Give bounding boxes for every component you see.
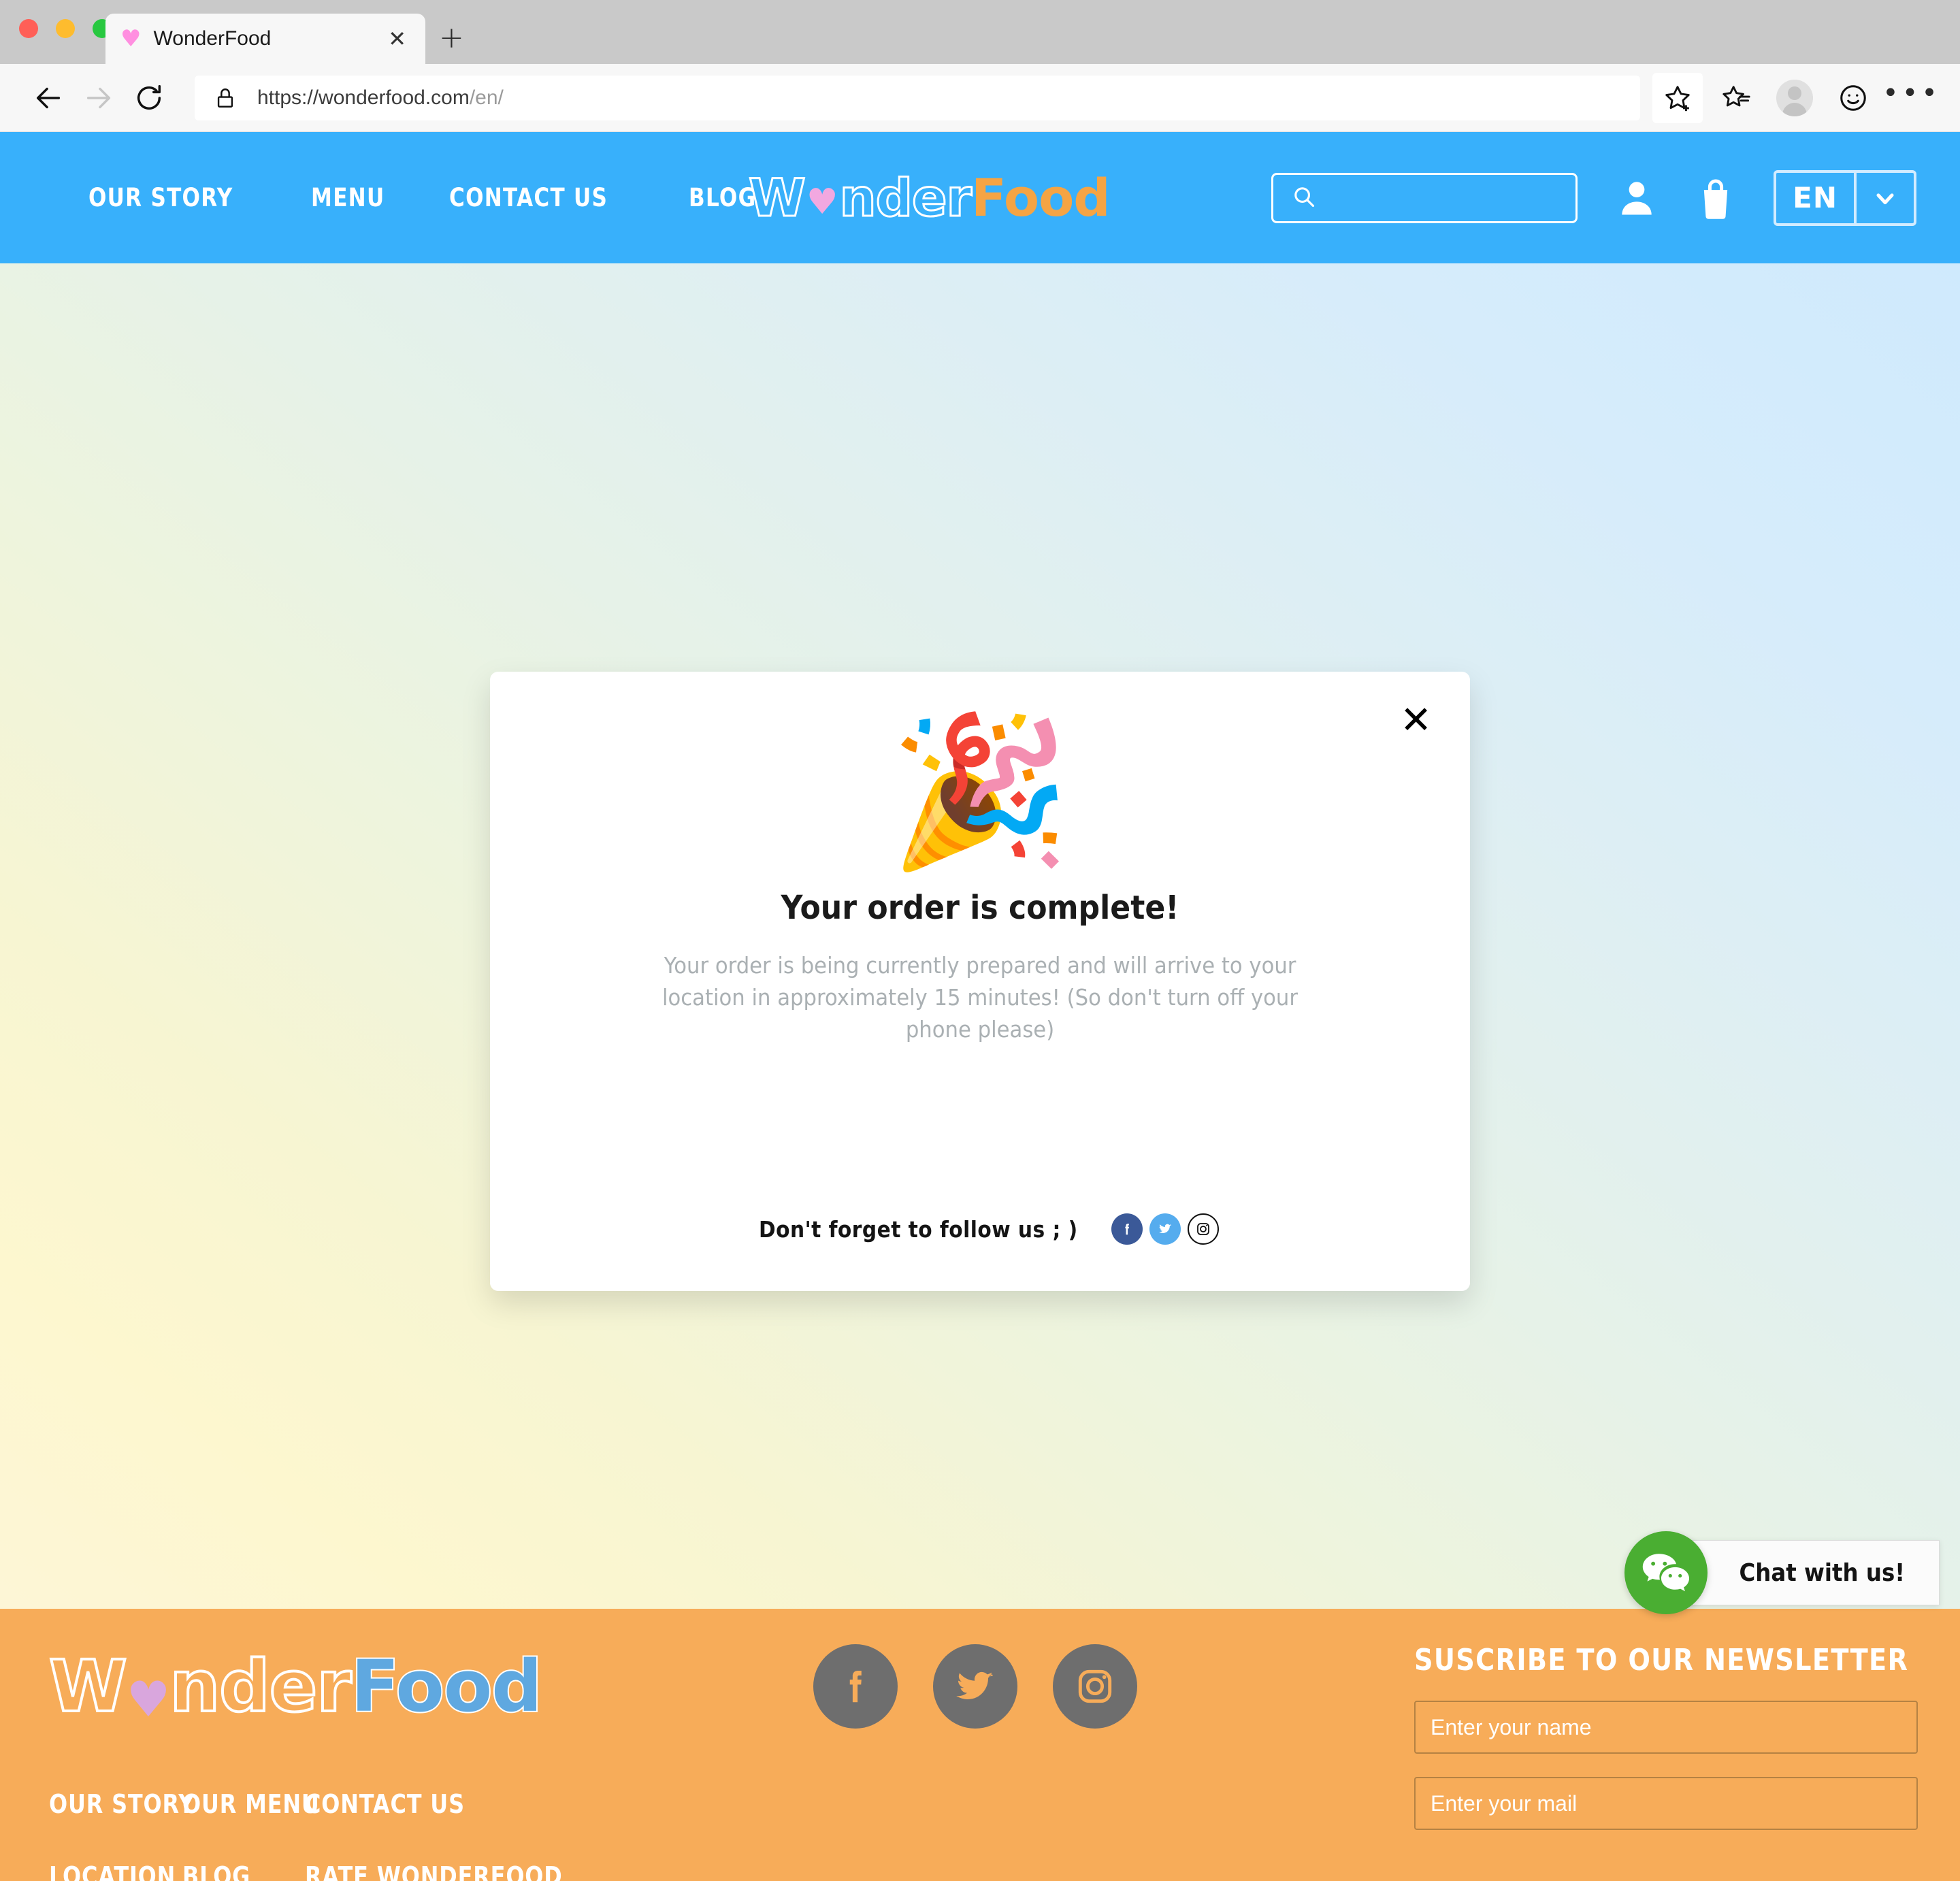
heart-icon: ♥ [806,181,838,223]
footer-link-our-menu[interactable]: OUR MENU [182,1789,319,1819]
url-base: https://wonderfood.com [257,86,470,109]
padlock-icon [214,86,237,110]
browser-window: ♥ WonderFood ✕ + https://wonderfood.com/… [0,0,1960,1881]
footer-link-location[interactable]: LOCATION [49,1861,175,1881]
search-icon [1291,184,1317,212]
site-logo[interactable]: W ♥ nder Food [748,167,1111,228]
nav-item-menu[interactable]: MENU [311,183,385,212]
page-body: ✕ 🎉 Your order is complete! Your order i… [0,263,1960,1614]
search-box[interactable] [1271,172,1578,223]
wechat-bubbles-icon[interactable] [1624,1531,1708,1614]
main-navigation: OUR STORY MENU CONTACT US BLOG [88,183,769,212]
twitter-icon[interactable] [1149,1213,1181,1245]
close-icon[interactable]: ✕ [384,28,410,50]
back-arrow-icon[interactable] [23,73,74,123]
newsletter-section: SUSCRIBE TO OUR NEWSLETTER [1414,1643,1918,1830]
feedback-smiley-icon[interactable] [1828,73,1878,123]
url-text: https://wonderfood.com/en/ [257,86,504,110]
collections-icon[interactable] [1711,73,1761,123]
facebook-icon[interactable] [1111,1213,1143,1245]
close-window-button[interactable] [19,19,38,38]
footer-link-our-story[interactable]: OUR STORY [49,1789,194,1819]
url-path: /en/ [469,86,504,109]
favorite-star-icon[interactable] [1652,72,1703,123]
nav-item-contact-us[interactable]: CONTACT US [449,183,608,212]
newsletter-mail-input[interactable] [1414,1777,1918,1830]
language-code: EN [1793,181,1838,214]
modal-close-button[interactable]: ✕ [1393,698,1439,744]
footer-links: OUR STORY OUR MENU CONTACT US LOCATION B… [49,1789,612,1881]
browser-titlebar: ♥ WonderFood ✕ + [0,0,1960,64]
party-popper-emoji: 🎉 [889,706,1071,877]
profile-avatar-icon[interactable] [1769,73,1820,123]
pink-heart-icon: ♥ [120,25,142,52]
nav-item-our-story[interactable]: OUR STORY [88,183,233,212]
minimize-window-button[interactable] [56,19,75,38]
reload-icon[interactable] [124,73,174,123]
chat-panel[interactable]: Chat with us! [1688,1540,1940,1605]
more-options-icon[interactable]: ••• [1882,73,1938,123]
footer-logo-food: Food [350,1645,544,1728]
modal-social-icons [1111,1213,1220,1245]
twitter-icon[interactable] [933,1644,1017,1729]
modal-title: Your order is complete! [781,889,1179,927]
footer-logo[interactable]: W♥nderFood [48,1650,544,1728]
chat-label: Chat with us! [1739,1558,1906,1587]
instagram-icon[interactable] [1053,1644,1137,1729]
site-header: OUR STORY MENU CONTACT US BLOG W ♥ nder … [0,132,1960,263]
toolbar-actions: ••• [1652,72,1938,123]
order-complete-modal: ✕ 🎉 Your order is complete! Your order i… [490,672,1470,1291]
footer-link-blog[interactable]: BLOG [182,1861,285,1881]
footer-link-contact-us[interactable]: CONTACT US [305,1789,563,1819]
chat-widget[interactable]: Chat with us! [1624,1531,1940,1614]
instagram-icon[interactable] [1188,1213,1220,1245]
address-bar[interactable]: https://wonderfood.com/en/ [195,75,1640,120]
footer-social-icons [813,1644,1137,1729]
nav-item-blog[interactable]: BLOG [689,183,756,212]
header-actions: EN [1271,169,1916,226]
footer-logo-w: W [48,1645,129,1728]
tab-title: WonderFood [153,27,272,50]
newsletter-name-input[interactable] [1414,1701,1918,1754]
user-account-icon[interactable] [1616,177,1658,219]
facebook-icon[interactable] [813,1644,898,1729]
browser-tab[interactable]: ♥ WonderFood ✕ [105,14,425,64]
footer-logo-nder: nder [168,1645,353,1728]
site-footer: W♥nderFood OUR STORY OUR MENU CONTACT US… [0,1609,1960,1881]
footer-link-rate-wonderfood[interactable]: RATE WONDERFOOD [305,1861,563,1881]
logo-w: W [748,167,807,228]
forward-arrow-icon [74,73,124,123]
window-controls [19,19,112,38]
follow-label: Don't forget to follow us ; ) [758,1215,1078,1243]
chevron-down-icon[interactable] [1857,173,1914,223]
browser-toolbar: https://wonderfood.com/en/ ••• [0,64,1960,132]
logo-food: Food [971,167,1111,228]
plus-icon[interactable]: + [439,23,464,53]
search-input[interactable] [1328,186,1574,209]
shopping-bag-icon[interactable] [1696,177,1735,219]
language-selector[interactable]: EN [1774,169,1916,226]
modal-body-text: Your order is being currently prepared a… [662,952,1298,1043]
logo-nder: nder [838,167,973,228]
modal-follow-row: Don't forget to follow us ; ) [490,1213,1470,1245]
footer-heart-icon: ♥ [126,1671,171,1728]
newsletter-title: SUSCRIBE TO OUR NEWSLETTER [1414,1643,1909,1678]
